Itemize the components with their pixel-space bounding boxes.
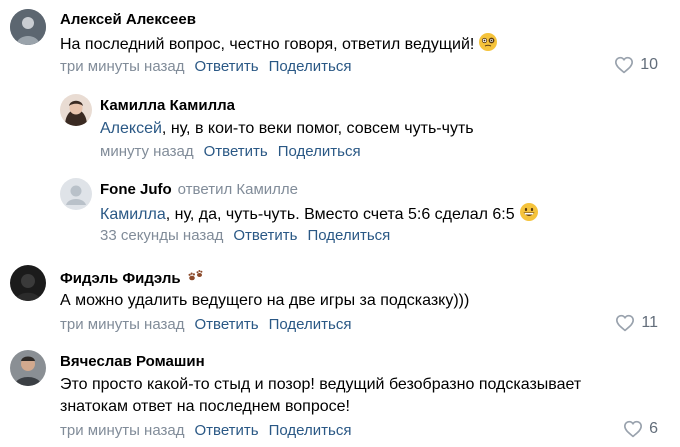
author-name[interactable]: Fone Jufo <box>100 181 172 198</box>
reply-button[interactable]: Ответить <box>194 316 258 333</box>
author-name[interactable]: Фидэль Фидэль <box>60 270 181 287</box>
share-button[interactable]: Поделиться <box>307 227 390 244</box>
like-button[interactable]: 11 <box>615 314 658 332</box>
like-count: 6 <box>649 420 658 437</box>
face-with-monocle-emoji <box>478 32 498 59</box>
comment-actions: 33 секунды назад Ответить Поделиться <box>100 227 390 244</box>
mention-link[interactable]: Камилла <box>100 206 166 223</box>
share-button[interactable]: Поделиться <box>269 422 352 439</box>
avatar[interactable] <box>60 178 92 210</box>
heart-icon <box>616 314 635 332</box>
comment-text-body: На последний вопрос, честно говоря, отве… <box>60 36 475 53</box>
reply-button[interactable]: Ответить <box>194 58 258 75</box>
comment-time[interactable]: три минуты назад <box>60 422 184 439</box>
reply-button[interactable]: Ответить <box>194 422 258 439</box>
comment-time[interactable]: три минуты назад <box>60 58 184 75</box>
comment-text-body: , ну, в кои-то веки помог, совсем чуть-ч… <box>161 120 474 137</box>
reply-button[interactable]: Ответить <box>233 227 297 244</box>
comment-author[interactable]: Вячеслав Ромашин <box>60 353 205 370</box>
comment-time[interactable]: три минуты назад <box>60 316 184 333</box>
avatar[interactable] <box>10 265 46 301</box>
comment-actions: три минуты назад Ответить Поделиться <box>60 422 351 439</box>
heart-icon <box>615 56 634 74</box>
like-count: 11 <box>641 314 658 331</box>
comment-actions: три минуты назад Ответить Поделиться <box>60 316 351 333</box>
grinning-face-emoji <box>519 202 539 229</box>
share-button[interactable]: Поделиться <box>269 58 352 75</box>
reply-target[interactable]: ответил Камилле <box>178 181 298 198</box>
comment-actions: минуту назад Ответить Поделиться <box>100 143 361 160</box>
comment-text-line: знатокам ответ на последнем вопросе! <box>60 398 350 415</box>
reply-button[interactable]: Ответить <box>204 143 268 160</box>
share-button[interactable]: Поделиться <box>278 143 361 160</box>
like-button[interactable]: 10 <box>614 56 658 74</box>
heart-icon <box>624 420 643 438</box>
comment-actions: три минуты назад Ответить Поделиться <box>60 58 351 75</box>
comment-author[interactable]: Камилла Камилла <box>100 97 235 114</box>
comment-text: А можно удалить ведущего на две игры за … <box>60 292 470 309</box>
comment-text-line: Это просто какой-то стыд и позор! ведущи… <box>60 376 582 393</box>
paw-prints-icon <box>187 268 205 288</box>
comment-text: Алексей, ну, в кои-то веки помог, совсем… <box>100 118 474 140</box>
like-button[interactable]: 6 <box>623 420 658 438</box>
comment-time[interactable]: 33 секунды назад <box>100 227 223 244</box>
comment-author[interactable]: Алексей Алексеев <box>60 11 196 28</box>
comment-text: Камилла, ну, да, чуть-чуть. Вместо счета… <box>100 202 539 229</box>
like-count: 10 <box>640 56 658 73</box>
comment-text: На последний вопрос, честно говоря, отве… <box>60 32 498 59</box>
share-button[interactable]: Поделиться <box>269 316 352 333</box>
comment-text-body: , ну, да, чуть-чуть. Вместо счета 5:6 сд… <box>165 206 515 223</box>
avatar[interactable] <box>60 94 92 126</box>
comment-time[interactable]: минуту назад <box>100 143 194 160</box>
comment-author: Fone Jufo ответил Камилле <box>100 181 298 198</box>
comment-author: Фидэль Фидэль <box>60 268 205 288</box>
mention-link[interactable]: Алексей <box>100 120 162 137</box>
avatar[interactable] <box>10 9 46 45</box>
avatar[interactable] <box>10 350 46 386</box>
comment-text: Это просто какой-то стыд и позор! ведущи… <box>60 374 581 418</box>
